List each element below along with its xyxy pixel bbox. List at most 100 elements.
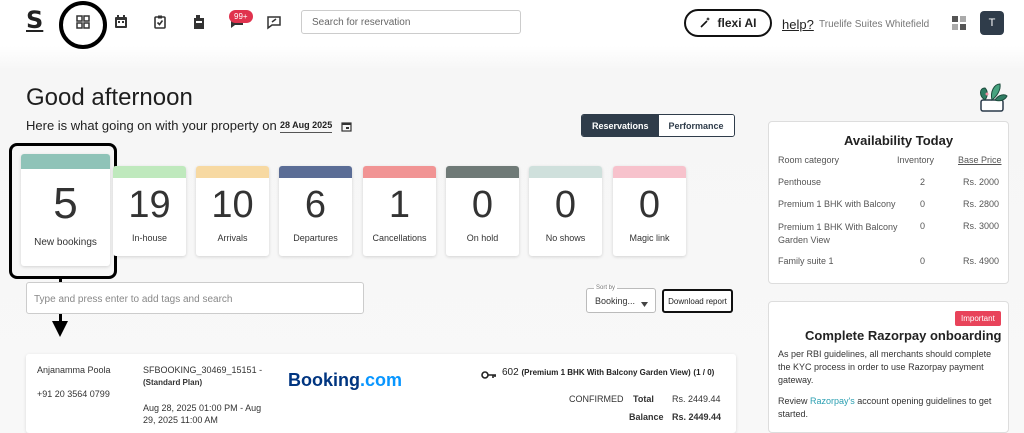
greeting-title: Good afternoon <box>26 84 193 111</box>
col-base-price[interactable]: Base Price <box>958 155 1002 165</box>
stat-value: 0 <box>554 184 577 226</box>
annotation-arrow-head <box>52 321 68 337</box>
date-picker[interactable]: 28 Aug 2025 <box>280 120 333 133</box>
stat-value: 5 <box>53 179 78 228</box>
user-avatar[interactable]: T <box>980 11 1004 35</box>
availability-category: Penthouse <box>778 177 822 187</box>
razorpay-body: As per RBI guidelines, all merchants sho… <box>778 348 1004 421</box>
col-room-category: Room category <box>778 155 840 165</box>
tags-search-input[interactable]: Type and press enter to add tags and sea… <box>26 282 364 314</box>
checklist-icon[interactable] <box>150 12 170 32</box>
availability-inventory: 2 <box>920 177 926 187</box>
flexi-ai-label: flexi AI <box>717 16 757 30</box>
availability-title: Availability Today <box>844 133 954 148</box>
stat-label: New bookings <box>34 237 97 248</box>
greeting-subline: Here is what going on with your property… <box>26 118 277 133</box>
guest-name: Anjanamma Poola <box>37 365 111 375</box>
stat-label: Magic link <box>629 233 670 243</box>
app-logo[interactable]: S <box>26 6 43 34</box>
apps-grid-icon[interactable] <box>952 16 966 35</box>
magic-wand-icon <box>699 16 712 31</box>
important-badge: Important <box>955 311 1001 326</box>
stat-card-arrivals[interactable]: 10 Arrivals <box>196 166 269 256</box>
availability-price: Rs. 3000 <box>963 221 1000 231</box>
stat-card-cancellations[interactable]: 1 Cancellations <box>363 166 436 256</box>
stat-value: 10 <box>211 184 254 226</box>
sort-select[interactable]: Booking... <box>586 288 656 313</box>
stat-value: 1 <box>388 184 411 226</box>
review-prefix: Review <box>778 396 808 406</box>
sort-value: Booking... <box>595 296 636 306</box>
razorpay-description: As per RBI guidelines, all merchants sho… <box>778 349 992 385</box>
stat-value: 6 <box>304 184 327 226</box>
stat-card-strip <box>21 154 110 169</box>
room-count: (1 / 0) <box>693 368 715 377</box>
stat-value: 0 <box>638 184 661 226</box>
chevron-down-icon <box>641 299 648 309</box>
availability-category: Family suite 1 <box>778 256 834 266</box>
stat-card-magic-link[interactable]: 0 Magic link <box>613 166 686 256</box>
razorpay-review: Review Razorpay's account opening guidel… <box>778 395 1004 421</box>
availability-price: Rs. 2800 <box>963 199 1000 209</box>
help-link[interactable]: help? <box>782 17 814 32</box>
stat-value: 19 <box>128 184 171 226</box>
stay-dates: Aug 28, 2025 01:00 PM - Aug 29, 2025 11:… <box>143 403 262 425</box>
razorpay-title: Complete Razorpay onboarding <box>805 328 1002 343</box>
sort-label: Sort by <box>594 285 618 291</box>
stat-card-strip <box>613 166 686 178</box>
view-toggle: Reservations Performance <box>581 114 735 137</box>
stat-label: No shows <box>545 233 586 243</box>
tab-performance[interactable]: Performance <box>658 115 734 136</box>
stat-label: Cancellations <box>372 233 427 243</box>
availability-category: Premium 1 BHK with Balcony <box>778 199 896 209</box>
total-label: Total <box>633 394 654 404</box>
availability-category: Premium 1 BHK With Balcony Garden View <box>778 222 898 245</box>
stat-card-new-bookings[interactable]: 5 New bookings <box>21 154 110 266</box>
balance-label: Balance <box>629 412 664 422</box>
stat-card-strip <box>446 166 519 178</box>
booking-com-logo: Booking.com <box>288 370 402 391</box>
room-number: 602 <box>502 367 519 378</box>
plant-illustration <box>975 80 1009 117</box>
calendar-small-icon[interactable] <box>341 119 352 137</box>
logo-suffix: .com <box>360 370 403 390</box>
booking-id[interactable]: SFBOOKING_30469_15151 - <box>143 365 262 375</box>
total-value: Rs. 2449.44 <box>672 394 721 404</box>
guest-phone: +91 20 3564 0799 <box>37 389 110 399</box>
download-report-button[interactable]: Download report <box>662 289 733 313</box>
calendar-icon[interactable] <box>111 12 131 32</box>
stat-card-no-shows[interactable]: 0 No shows <box>529 166 602 256</box>
stat-value: 0 <box>471 184 494 226</box>
stat-label: Arrivals <box>217 233 248 243</box>
rate-plan: (Standard Plan) <box>143 378 203 387</box>
stat-label: Departures <box>293 233 338 243</box>
booking-status: CONFIRMED <box>569 394 624 404</box>
stat-card-strip <box>363 166 436 178</box>
availability-inventory: 0 <box>920 199 926 209</box>
property-name[interactable]: Truelife Suites Whitefield <box>819 19 929 30</box>
availability-price: Rs. 4900 <box>963 256 1000 266</box>
dashboard-highlight-circle <box>59 1 107 49</box>
balance-value: Rs. 2449.44 <box>672 412 722 422</box>
room-info: 602 (Premium 1 BHK With Balcony Garden V… <box>502 367 714 378</box>
logo-main: Booking <box>288 370 360 390</box>
availability-inventory: 0 <box>920 256 926 266</box>
selected-date: 28 Aug 2025 <box>280 120 333 130</box>
stat-label: In-house <box>131 233 168 243</box>
feedback-icon[interactable] <box>264 12 284 32</box>
stat-card-departures[interactable]: 6 Departures <box>279 166 352 256</box>
razorpay-guidelines-link[interactable]: Razorpay's <box>810 396 855 406</box>
stat-card-strip <box>279 166 352 178</box>
stat-card-on-hold[interactable]: 0 On hold <box>446 166 519 256</box>
availability-price: Rs. 2000 <box>963 177 1000 187</box>
stat-card-strip <box>113 166 186 178</box>
availability-inventory: 0 <box>920 221 926 231</box>
reservation-search-input[interactable]: Search for reservation <box>301 10 521 34</box>
flexi-ai-button[interactable]: flexi AI <box>684 9 772 37</box>
stat-card-strip <box>196 166 269 178</box>
stat-card-in-house[interactable]: 19 In-house <box>113 166 186 256</box>
housekeeping-icon[interactable] <box>189 12 209 32</box>
room-type: (Premium 1 BHK With Balcony Garden View) <box>521 368 691 377</box>
col-inventory: Inventory <box>897 155 935 165</box>
tab-reservations[interactable]: Reservations <box>582 115 659 136</box>
